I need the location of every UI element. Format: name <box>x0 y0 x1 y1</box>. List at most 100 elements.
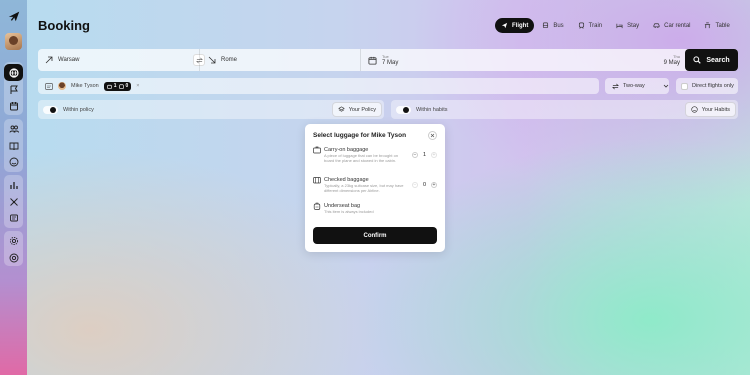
your-habits-label: Your Habits <box>701 106 730 113</box>
tab-table-label: Table <box>715 22 730 29</box>
tab-train-label: Train <box>588 22 603 29</box>
tab-flight-label: Flight <box>512 22 529 29</box>
checked-bag-icon <box>118 83 124 89</box>
carry-on-row: Carry-on baggage A piece of luggage that… <box>313 146 437 172</box>
car-icon <box>653 23 660 28</box>
tab-flight[interactable]: Flight <box>495 18 535 33</box>
rail-settings-button[interactable] <box>4 232 23 249</box>
book-icon <box>9 142 18 150</box>
your-habits-button[interactable]: Your Habits <box>684 102 736 117</box>
rail-trips-button[interactable] <box>4 81 23 98</box>
destination-field[interactable]: Rome <box>208 49 237 71</box>
destination-value: Rome <box>221 57 238 63</box>
plane-icon <box>501 22 508 29</box>
within-habits-label: Within habits <box>416 106 448 113</box>
search-button-label: Search <box>706 56 730 64</box>
underseat-description: This item is always included <box>324 209 374 214</box>
tab-train[interactable]: Train <box>572 18 608 33</box>
bed-icon <box>616 23 623 29</box>
direct-flights-label: Direct flights only <box>692 83 734 89</box>
calendar-icon <box>9 101 18 110</box>
rail-people-button[interactable] <box>4 120 23 137</box>
table-icon <box>705 22 711 29</box>
smile-icon <box>691 106 698 113</box>
rail-calendar-button[interactable] <box>4 97 23 114</box>
network-icon <box>9 197 18 206</box>
your-policy-button[interactable]: Your Policy <box>331 102 382 117</box>
modal-title: Select luggage for Mike Tyson <box>313 132 407 139</box>
backpack-icon <box>313 202 321 210</box>
rail-support-button[interactable] <box>4 153 23 170</box>
origin-field[interactable]: Warsaw <box>45 49 79 71</box>
carry-on-increment[interactable]: + <box>431 152 437 158</box>
checked-value: 0 <box>422 182 427 188</box>
tab-stay[interactable]: Stay <box>610 18 645 33</box>
search-bar: Warsaw Rome Tue 7 May Thu 9 May Search <box>38 49 738 71</box>
return-date: 9 May <box>663 59 680 66</box>
carry-on-icon <box>107 84 112 89</box>
carry-on-count: 1 <box>113 83 117 89</box>
rail-invoices-button[interactable] <box>4 209 23 226</box>
remove-passenger-button[interactable]: × <box>136 83 139 89</box>
tab-bus[interactable]: Bus <box>536 18 569 33</box>
within-policy-label: Within policy <box>63 106 94 113</box>
carry-on-description: A piece of luggage that can be brought o… <box>324 153 399 163</box>
rail-booking-button[interactable] <box>4 64 23 81</box>
receipt-icon <box>9 214 18 221</box>
calendar-icon <box>368 56 377 65</box>
checked-count: 0 <box>125 83 129 89</box>
confirm-button[interactable]: Confirm <box>313 227 437 244</box>
underseat-row: Underseat bag This item is always includ… <box>313 202 437 218</box>
chevron-down-icon <box>663 84 668 88</box>
depart-date: 7 May <box>382 59 399 66</box>
habits-bar: Within habits Your Habits <box>391 100 738 119</box>
carry-on-decrement[interactable]: − <box>412 152 418 158</box>
help-icon <box>9 253 18 262</box>
flag-icon <box>10 85 18 94</box>
search-button[interactable]: Search <box>685 49 738 71</box>
direct-flights-toggle[interactable]: Direct flights only <box>676 78 738 94</box>
mode-tabs: Flight Bus Train Stay Car rental Table <box>495 18 736 33</box>
checked-increment[interactable]: + <box>431 182 437 188</box>
direct-flights-checkbox[interactable] <box>681 82 688 90</box>
gear-icon <box>9 236 18 245</box>
checked-decrement[interactable]: − <box>412 182 418 188</box>
tab-table[interactable]: Table <box>698 18 735 33</box>
user-avatar[interactable] <box>5 33 22 50</box>
rail-reports-button[interactable] <box>4 176 23 193</box>
tab-car-rental[interactable]: Car rental <box>647 18 696 33</box>
checked-description: Typically, a 23kg suitcase size, but may… <box>324 183 404 193</box>
takeoff-arrow-icon <box>45 56 53 64</box>
passenger-bar[interactable]: Mike Tyson 1 0 × <box>38 78 599 94</box>
close-button[interactable] <box>428 131 437 140</box>
smile-icon <box>9 157 18 166</box>
round-trip-icon <box>612 83 619 89</box>
return-date-field[interactable]: Thu 9 May <box>650 49 680 71</box>
your-policy-label: Your Policy <box>348 106 376 113</box>
checked-row: Checked baggage Typically, a 23kg suitca… <box>313 176 437 200</box>
layers-icon <box>337 106 345 112</box>
globe-icon <box>8 67 19 78</box>
depart-date-field[interactable]: Tue 7 May <box>368 49 398 71</box>
rail-network-button[interactable] <box>4 193 23 210</box>
within-habits-toggle[interactable] <box>396 105 411 114</box>
trip-type-select[interactable]: Two-way <box>605 78 669 94</box>
trip-type-value: Two-way <box>623 83 645 89</box>
passenger-name: Mike Tyson <box>71 83 99 89</box>
sidebar-rail <box>0 0 27 375</box>
plane-logo-icon[interactable] <box>7 9 21 23</box>
rail-guide-button[interactable] <box>4 137 23 154</box>
within-policy-toggle[interactable] <box>43 105 58 114</box>
dates-divider <box>360 49 361 71</box>
page-title: Booking <box>38 18 90 33</box>
train-icon <box>578 22 584 29</box>
tab-bus-label: Bus <box>553 22 564 29</box>
close-icon <box>430 133 435 138</box>
luggage-badge[interactable]: 1 0 <box>103 81 132 91</box>
users-icon <box>9 125 19 133</box>
search-icon <box>693 56 702 64</box>
id-card-icon <box>45 82 53 90</box>
carry-on-stepper: − 1 + <box>412 152 437 158</box>
rail-help-button[interactable] <box>4 249 23 266</box>
briefcase-icon <box>313 146 321 154</box>
